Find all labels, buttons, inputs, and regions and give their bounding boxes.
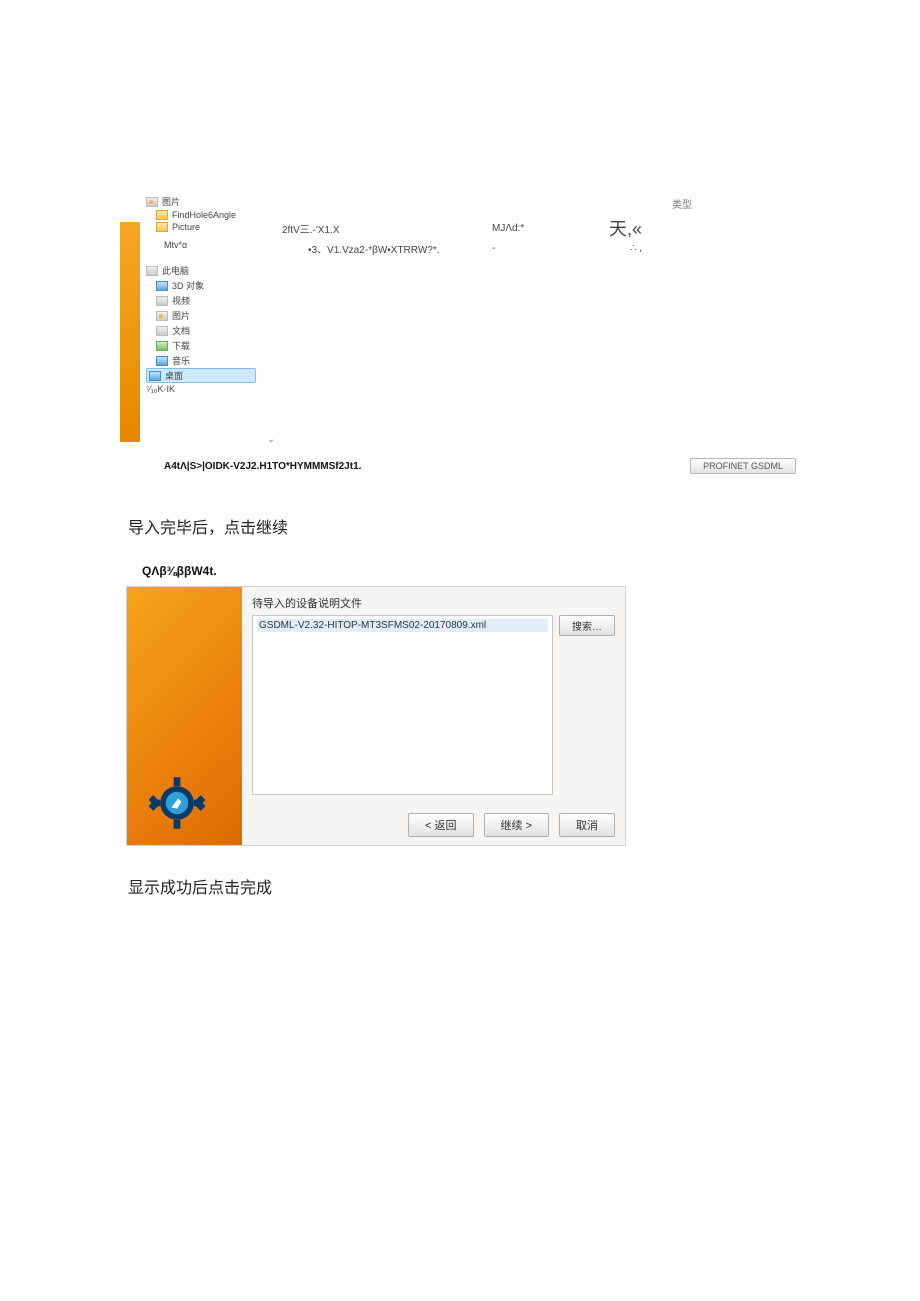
browse-button[interactable]: 搜索… bbox=[559, 615, 615, 636]
file-list[interactable]: GSDML-V2.32-HITOP-MT3SFMS02-20170809.xml bbox=[252, 615, 553, 795]
wizard-window-title: QΛβ⅜ββW4t. bbox=[142, 564, 800, 578]
gear-icon bbox=[149, 775, 205, 831]
sidebar-accent bbox=[120, 222, 140, 442]
tree-label: ⁷⁄₁₀K·IK bbox=[146, 384, 175, 394]
folder-tree: 图片 FindHole6Angle Picture Mtv*α 此电脑 3D 对… bbox=[140, 190, 260, 450]
tree-label: 视频 bbox=[172, 294, 190, 307]
file-date: - bbox=[492, 243, 572, 254]
tree-item[interactable]: Mtv*α bbox=[146, 239, 256, 251]
tree-label: FindHole6Angle bbox=[172, 210, 236, 220]
wizard-sidebar bbox=[127, 587, 242, 845]
instruction-text-2: 显示成功后点击完成 bbox=[128, 874, 800, 898]
pictures-icon bbox=[146, 197, 158, 207]
pictures-icon bbox=[156, 311, 168, 321]
tree-item[interactable]: 下载 bbox=[146, 338, 256, 353]
tree-label: 此电脑 bbox=[162, 264, 189, 277]
tree-item[interactable]: 文档 bbox=[146, 323, 256, 338]
tree-label: Picture bbox=[172, 222, 200, 232]
tree-item[interactable]: Picture bbox=[146, 221, 256, 233]
back-button[interactable]: < 返回 bbox=[408, 813, 473, 837]
file-size: ∴ , bbox=[572, 243, 642, 254]
folder-icon bbox=[156, 222, 168, 232]
computer-icon bbox=[146, 266, 158, 276]
file-name: 2ftV三.-'X1.X bbox=[282, 221, 492, 236]
tree-label: 下载 bbox=[172, 339, 190, 352]
tree-label: 文档 bbox=[172, 324, 190, 337]
tree-label: 桌面 bbox=[165, 369, 183, 382]
tree-item-desktop[interactable]: 桌面 bbox=[146, 368, 256, 383]
file-name: •3、V1.Vza2-*βW•XTRRW?*. bbox=[282, 241, 492, 256]
file-size: 天,« bbox=[572, 215, 642, 241]
tree-item[interactable]: 音乐 bbox=[146, 353, 256, 368]
file-row[interactable]: 2ftV三.-'X1.X MJΛd:* 天,« bbox=[282, 218, 800, 238]
filename-bar: A4tΛ|S>|OIDK-V2J2.H1TO*HYMMMSf2Jt1. PROF… bbox=[140, 454, 800, 478]
tree-item[interactable]: 3D 对象 bbox=[146, 278, 256, 293]
tree-item[interactable]: FindHole6Angle bbox=[146, 209, 256, 221]
list-item[interactable]: GSDML-V2.32-HITOP-MT3SFMS02-20170809.xml bbox=[257, 619, 548, 632]
import-wizard-dialog: 待导入的设备说明文件 GSDML-V2.32-HITOP-MT3SFMS02-2… bbox=[126, 586, 626, 846]
wizard-main: 待导入的设备说明文件 GSDML-V2.32-HITOP-MT3SFMS02-2… bbox=[242, 587, 625, 845]
downloads-icon bbox=[156, 341, 168, 351]
tree-label: 音乐 bbox=[172, 354, 190, 367]
tree-item[interactable]: 视频 bbox=[146, 293, 256, 308]
music-icon bbox=[156, 356, 168, 366]
filename-field[interactable]: A4tΛ|S>|OIDK-V2J2.H1TO*HYMMMSf2Jt1. bbox=[140, 461, 361, 472]
tree-group-header[interactable]: 此电脑 bbox=[146, 263, 256, 278]
column-header-type[interactable]: 类型 bbox=[672, 196, 692, 211]
file-date: MJΛd:* bbox=[492, 223, 572, 234]
file-row[interactable]: •3、V1.Vza2-*βW•XTRRW?*. - ∴ , bbox=[282, 238, 800, 258]
chevron-down-icon[interactable]: ⌄ bbox=[264, 434, 278, 448]
tree-item[interactable]: ⁷⁄₁₀K·IK bbox=[146, 383, 256, 395]
tree-label: Mtv*α bbox=[164, 240, 187, 250]
file-browser-dialog: 图片 FindHole6Angle Picture Mtv*α 此电脑 3D 对… bbox=[120, 190, 800, 450]
cancel-button[interactable]: 取消 bbox=[559, 813, 615, 837]
tree-label: 3D 对象 bbox=[172, 279, 204, 292]
objects3d-icon bbox=[156, 281, 168, 291]
tree-item[interactable]: 图片 bbox=[146, 194, 256, 209]
continue-button[interactable]: 继续 > bbox=[484, 813, 549, 837]
videos-icon bbox=[156, 296, 168, 306]
tree-item[interactable]: 图片 bbox=[146, 308, 256, 323]
documents-icon bbox=[156, 326, 168, 336]
folder-icon bbox=[156, 210, 168, 220]
instruction-text-1: 导入完毕后，点击继续 bbox=[128, 514, 800, 538]
file-list-area: 类型 2ftV三.-'X1.X MJΛd:* 天,« •3、V1.Vza2-*β… bbox=[260, 190, 800, 450]
tree-label: 图片 bbox=[172, 309, 190, 322]
file-type-filter[interactable]: PROFINET GSDML bbox=[690, 458, 796, 474]
desktop-icon bbox=[149, 371, 161, 381]
wizard-heading: 待导入的设备说明文件 bbox=[252, 595, 615, 611]
tree-label: 图片 bbox=[162, 195, 180, 208]
